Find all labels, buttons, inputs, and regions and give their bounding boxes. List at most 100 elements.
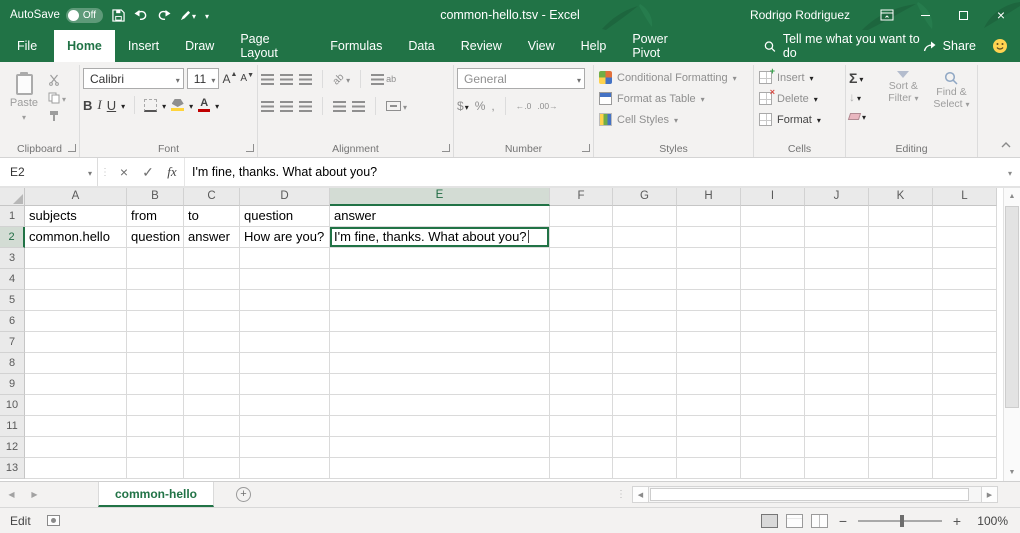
copy-button[interactable] <box>48 91 66 105</box>
cell-C7[interactable] <box>184 332 240 353</box>
column-header-J[interactable]: J <box>805 188 869 206</box>
row-header-4[interactable]: 4 <box>0 269 25 290</box>
cell-J9[interactable] <box>805 374 869 395</box>
font-dialog-launcher[interactable] <box>246 144 254 152</box>
ribbon-display-options-button[interactable] <box>868 0 906 30</box>
cell-G9[interactable] <box>613 374 677 395</box>
cell-D10[interactable] <box>240 395 330 416</box>
align-bottom-button[interactable] <box>299 74 312 85</box>
cell-A9[interactable] <box>25 374 127 395</box>
underline-button[interactable]: U <box>107 98 116 113</box>
cell-F13[interactable] <box>550 458 613 479</box>
minimize-button[interactable] <box>906 0 944 30</box>
cell-K5[interactable] <box>869 290 933 311</box>
cell-E1[interactable]: answer <box>330 206 550 227</box>
cell-A2[interactable]: common.hello <box>25 227 127 248</box>
row-header-5[interactable]: 5 <box>0 290 25 311</box>
cell-F2[interactable] <box>550 227 613 248</box>
column-header-L[interactable]: L <box>933 188 997 206</box>
cell-C1[interactable]: to <box>184 206 240 227</box>
align-center-button[interactable] <box>280 101 293 112</box>
cell-D9[interactable] <box>240 374 330 395</box>
increase-decimal-button[interactable]: ←.0 <box>516 101 532 111</box>
sheet-nav-left-button[interactable]: ◀ <box>0 482 23 507</box>
cell-H10[interactable] <box>677 395 741 416</box>
column-header-C[interactable]: C <box>184 188 240 206</box>
cell-F9[interactable] <box>550 374 613 395</box>
cell-G5[interactable] <box>613 290 677 311</box>
row-header-9[interactable]: 9 <box>0 374 25 395</box>
increase-indent-button[interactable] <box>352 101 365 112</box>
comma-style-button[interactable]: , <box>491 99 494 113</box>
decrease-indent-button[interactable] <box>333 101 346 112</box>
feedback-smiley-button[interactable] <box>992 30 1008 62</box>
cell-L5[interactable] <box>933 290 997 311</box>
tab-review[interactable]: Review <box>448 30 515 62</box>
name-box[interactable]: E2 <box>0 158 98 186</box>
insert-function-button[interactable]: fx <box>160 158 184 186</box>
number-dialog-launcher[interactable] <box>582 144 590 152</box>
row-header-13[interactable]: 13 <box>0 458 25 479</box>
zoom-out-button[interactable]: − <box>836 513 850 529</box>
cell-J5[interactable] <box>805 290 869 311</box>
cell-J7[interactable] <box>805 332 869 353</box>
select-all-button[interactable] <box>0 188 25 206</box>
cell-F7[interactable] <box>550 332 613 353</box>
fill-button[interactable]: ↓ <box>849 89 878 105</box>
cell-C11[interactable] <box>184 416 240 437</box>
increase-font-size-button[interactable]: A▲ <box>222 72 237 86</box>
cell-K12[interactable] <box>869 437 933 458</box>
cell-I8[interactable] <box>741 353 805 374</box>
cell-C5[interactable] <box>184 290 240 311</box>
column-header-F[interactable]: F <box>550 188 613 206</box>
cell-H4[interactable] <box>677 269 741 290</box>
cell-C3[interactable] <box>184 248 240 269</box>
alignment-dialog-launcher[interactable] <box>442 144 450 152</box>
cell-F10[interactable] <box>550 395 613 416</box>
view-page-break-button[interactable] <box>811 514 828 528</box>
zoom-slider-thumb[interactable] <box>900 515 904 527</box>
cell-L11[interactable] <box>933 416 997 437</box>
cell-B8[interactable] <box>127 353 184 374</box>
cell-D3[interactable] <box>240 248 330 269</box>
cell-E6[interactable] <box>330 311 550 332</box>
cell-E8[interactable] <box>330 353 550 374</box>
cell-J1[interactable] <box>805 206 869 227</box>
cell-F4[interactable] <box>550 269 613 290</box>
sheet-tab-common-hello[interactable]: common-hello <box>98 482 214 507</box>
cell-G7[interactable] <box>613 332 677 353</box>
column-header-K[interactable]: K <box>869 188 933 206</box>
row-header-3[interactable]: 3 <box>0 248 25 269</box>
cell-G3[interactable] <box>613 248 677 269</box>
cell-D6[interactable] <box>240 311 330 332</box>
cell-H11[interactable] <box>677 416 741 437</box>
italic-button[interactable]: I <box>97 97 101 113</box>
zoom-slider[interactable] <box>858 520 942 522</box>
cell-G8[interactable] <box>613 353 677 374</box>
tab-formulas[interactable]: Formulas <box>317 30 395 62</box>
cell-F11[interactable] <box>550 416 613 437</box>
cell-G13[interactable] <box>613 458 677 479</box>
number-format-combo[interactable]: General <box>457 68 585 89</box>
cell-A3[interactable] <box>25 248 127 269</box>
scroll-down-button[interactable]: ▼ <box>1004 464 1020 481</box>
cell-B5[interactable] <box>127 290 184 311</box>
cell-L2[interactable] <box>933 227 997 248</box>
column-header-H[interactable]: H <box>677 188 741 206</box>
cell-E2[interactable]: I'm fine, thanks. What about you? <box>330 227 550 248</box>
sort-filter-button[interactable]: Sort & Filter <box>881 67 926 140</box>
cell-C2[interactable]: answer <box>184 227 240 248</box>
cell-K11[interactable] <box>869 416 933 437</box>
borders-button[interactable] <box>144 99 157 112</box>
cell-E12[interactable] <box>330 437 550 458</box>
format-cells-button[interactable]: Format <box>757 109 842 130</box>
tell-me-search[interactable]: Tell me what you want to do <box>764 30 923 62</box>
cell-F8[interactable] <box>550 353 613 374</box>
cell-L10[interactable] <box>933 395 997 416</box>
cell-H9[interactable] <box>677 374 741 395</box>
row-header-8[interactable]: 8 <box>0 353 25 374</box>
cell-I6[interactable] <box>741 311 805 332</box>
cell-B12[interactable] <box>127 437 184 458</box>
name-box-dropdown-icon[interactable] <box>88 165 92 179</box>
conditional-formatting-button[interactable]: Conditional Formatting <box>597 67 750 88</box>
